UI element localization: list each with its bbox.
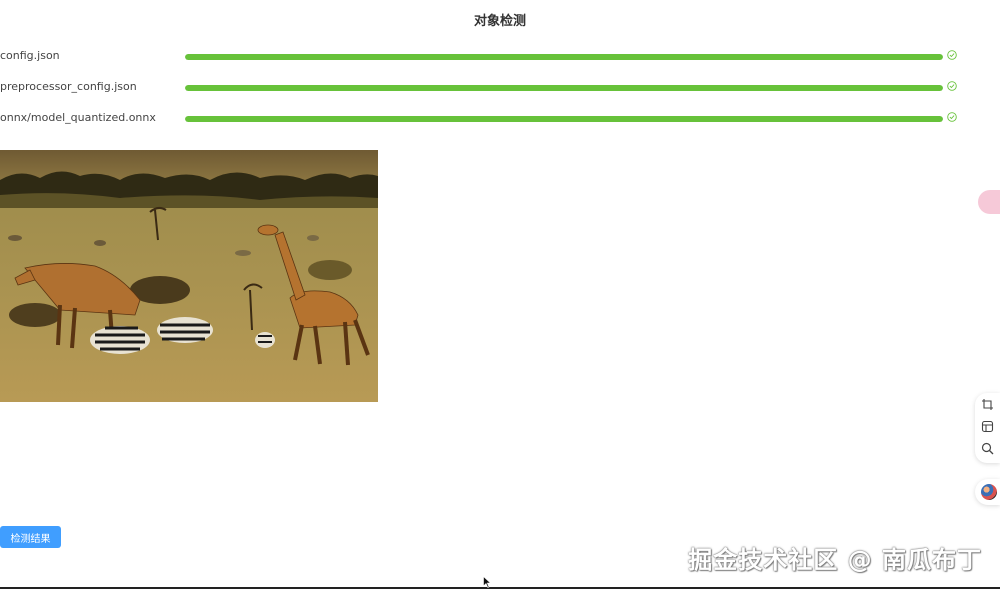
file-row: preprocessor_config.json	[0, 80, 1000, 94]
page-root: 对象检测 config.json preprocessor_config.jso…	[0, 0, 1000, 589]
floating-toolbar	[975, 393, 1000, 463]
file-name: onnx/model_quantized.onnx	[0, 111, 156, 124]
watermark: 掘金技术社区 @ 南瓜布丁	[688, 546, 982, 574]
mouse-cursor-icon	[483, 576, 491, 588]
file-name: preprocessor_config.json	[0, 80, 137, 93]
check-circle-icon	[947, 112, 957, 122]
input-photo	[0, 150, 378, 402]
file-row: onnx/model_quantized.onnx	[0, 111, 1000, 125]
translate-icon[interactable]	[978, 190, 1000, 214]
template-icon[interactable]	[981, 420, 994, 433]
progress-bar	[185, 116, 943, 122]
progress-fill	[185, 85, 943, 91]
progress-fill	[185, 116, 943, 122]
file-row: config.json	[0, 49, 1000, 63]
progress-bar	[185, 85, 943, 91]
avatar[interactable]	[981, 484, 997, 500]
progress-fill	[185, 54, 943, 60]
avatar-widget[interactable]	[975, 479, 1000, 505]
crop-icon[interactable]	[981, 398, 994, 411]
search-icon[interactable]	[981, 442, 994, 455]
page-title: 对象检测	[473, 14, 526, 29]
file-name: config.json	[0, 49, 60, 62]
check-circle-icon	[947, 81, 957, 91]
check-circle-icon	[947, 50, 957, 60]
progress-bar	[185, 54, 943, 60]
detect-result-button[interactable]: 检测结果	[0, 526, 61, 548]
